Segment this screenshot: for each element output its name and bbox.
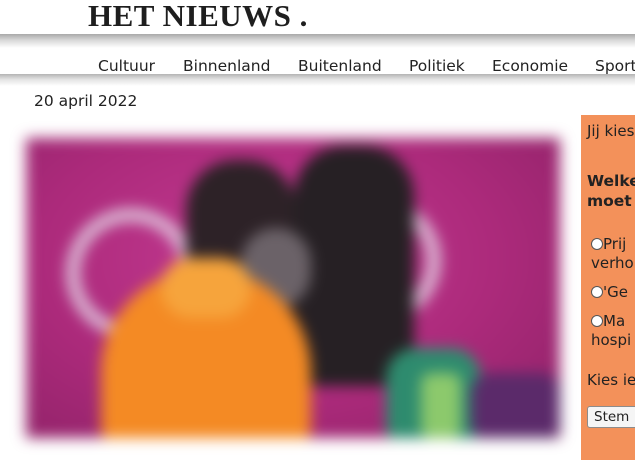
nav-item-cultuur[interactable]: Cultuur <box>98 57 155 74</box>
site-logo[interactable]: HET NIEUWS . <box>88 0 308 34</box>
article-date: 20 april 2022 <box>34 92 138 110</box>
poll-option-3[interactable]: Ma hospi <box>591 312 635 350</box>
nav-item-binnenland[interactable]: Binnenland <box>183 57 270 74</box>
nav-item-sport[interactable]: Sport <box>595 57 635 74</box>
poll-question-line-1: Welke <box>587 172 635 190</box>
poll-option-1[interactable]: Prij verho <box>591 235 635 273</box>
masthead-shadow <box>0 34 635 48</box>
nav-shadow <box>0 74 635 86</box>
nav-item-buitenland[interactable]: Buitenland <box>298 57 382 74</box>
poll-option-2-radio[interactable] <box>591 286 603 298</box>
poll-sidebar: Jij kies Welke moet Prij verho 'Ge Ma ho… <box>581 115 635 460</box>
article-hero-image[interactable] <box>26 138 560 438</box>
poll-option-1-radio[interactable] <box>591 238 603 250</box>
poll-option-3-label: Ma <box>603 312 626 330</box>
poll-question-line-2: moet <box>587 192 632 210</box>
poll-intro: Jij kies <box>587 122 635 140</box>
masthead: HET NIEUWS . <box>0 0 635 34</box>
nav-item-politiek[interactable]: Politiek <box>409 57 465 74</box>
poll-option-1-label: Prij <box>603 235 627 253</box>
main-navigation: Cultuur Binnenland Buitenland Politiek E… <box>0 48 635 74</box>
poll-option-1-label-cont: verho <box>591 254 634 272</box>
vote-button[interactable]: Stem <box>587 406 635 428</box>
poll-choose-text: Kies ie <box>587 371 635 389</box>
poll-option-3-label-cont: hospi <box>591 331 632 349</box>
poll-option-2-label: 'Ge <box>603 283 628 301</box>
nav-item-economie[interactable]: Economie <box>492 57 568 74</box>
poll-option-2[interactable]: 'Ge <box>591 283 635 302</box>
poll-question: Welke moet <box>587 171 635 211</box>
poll-option-3-radio[interactable] <box>591 315 603 327</box>
